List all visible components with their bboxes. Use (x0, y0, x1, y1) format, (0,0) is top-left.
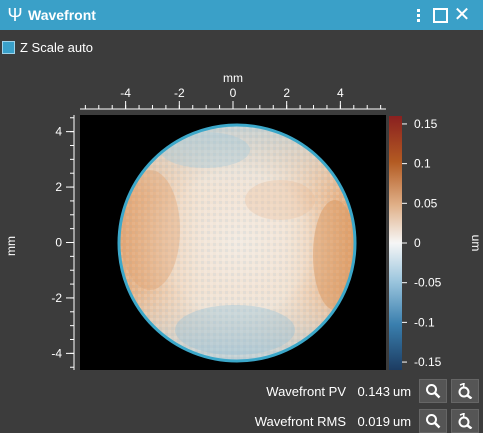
colorbar-tick-label: -0.1 (414, 315, 435, 329)
y-tick-label: 4 (55, 125, 62, 139)
rms-zoom-reset-button[interactable] (451, 409, 479, 433)
x-tick-label: -4 (120, 86, 131, 100)
zoom-icon (426, 414, 441, 429)
stat-name-pv: Wavefront PV (266, 383, 346, 399)
colorbar-tick-label: -0.05 (414, 276, 442, 290)
colorbar-tick-label: -0.15 (414, 355, 442, 369)
stat-row-rms: Wavefront RMS 0.019 um (236, 409, 483, 433)
x-axis-label: mm (223, 71, 243, 85)
y-axis-label: mm (4, 236, 18, 256)
zoom-icon (426, 384, 441, 399)
pv-zoom-button[interactable] (419, 379, 447, 403)
z-scale-checkbox[interactable] (2, 41, 15, 54)
colorbar-unit-label: um (469, 235, 483, 252)
zoom-reset-icon (458, 383, 473, 399)
window-title: Wavefront (28, 7, 96, 23)
title-bar: Ψ Wavefront ✕ (0, 0, 483, 30)
pv-zoom-reset-button[interactable] (451, 379, 479, 403)
stat-name-rms: Wavefront RMS (254, 413, 346, 429)
stat-unit-pv: um (393, 383, 412, 399)
x-tick-label: -2 (174, 86, 185, 100)
colorbar-tick-label: 0.05 (414, 196, 438, 210)
colorbar-tick-label: 0 (414, 236, 421, 250)
y-tick-label: -4 (51, 346, 62, 360)
y-tick-label: 2 (55, 180, 62, 194)
x-tick-label: 4 (337, 86, 344, 100)
rms-zoom-button[interactable] (419, 409, 447, 433)
z-scale-label: Z Scale auto (20, 40, 93, 55)
x-tick-label: 0 (230, 86, 237, 100)
y-tick-labels: 4 2 0 -2 -4 (51, 125, 62, 361)
y-tick-label: -2 (51, 291, 62, 305)
psi-icon: Ψ (7, 4, 23, 25)
colorbar (389, 116, 402, 370)
z-scale-option[interactable]: Z Scale auto (2, 40, 93, 55)
more-menu-button[interactable] (407, 4, 429, 26)
colorbar-ticks (402, 123, 407, 363)
colorbar-tick-label: 0.1 (414, 157, 431, 171)
zoom-reset-icon (458, 413, 473, 429)
x-axis (80, 101, 386, 110)
stat-unit-rms: um (393, 413, 412, 429)
y-axis (66, 115, 75, 370)
close-icon: ✕ (453, 4, 471, 26)
colorbar-tick-label: 0.15 (414, 117, 438, 131)
maximize-button[interactable] (429, 4, 451, 26)
more-vertical-icon (416, 8, 420, 22)
wavefront-plot[interactable]: mm -4 -2 0 2 4 mm 4 2 0 -2 -4 0.15 0.1 0.05 0 -0.05 -… (0, 60, 483, 372)
title-actions: ✕ (407, 4, 473, 26)
y-tick-label: 0 (55, 236, 62, 250)
close-button[interactable]: ✕ (451, 4, 473, 26)
maximize-icon (432, 7, 448, 23)
stat-row-pv: Wavefront PV 0.143 um (236, 379, 483, 403)
x-tick-label: 2 (283, 86, 290, 100)
stat-value-pv: 0.143 (357, 383, 390, 399)
stat-value-rms: 0.019 (357, 413, 390, 429)
colorbar-tick-labels: 0.15 0.1 0.05 0 -0.05 -0.1 -0.15 (414, 117, 442, 369)
x-tick-labels: -4 -2 0 2 4 (120, 86, 344, 100)
